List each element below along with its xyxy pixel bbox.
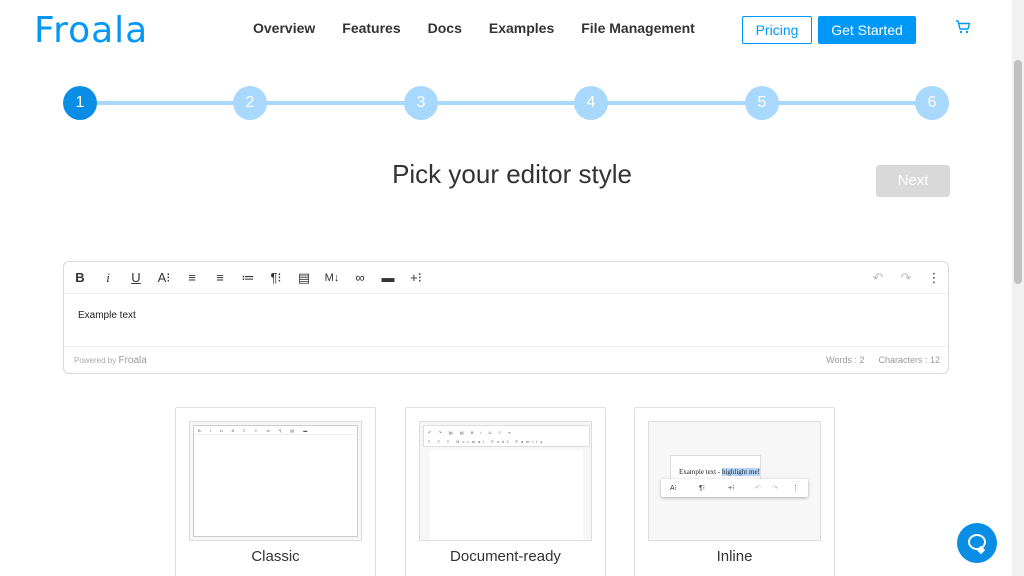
site-header: Froala Overview Features Docs Examples F…: [0, 0, 1012, 60]
classic-preview: B i U A ≡ ≡ ≔ ¶ ▤ ▬: [189, 421, 362, 541]
inline-preview: Example text - highlight me! A⁝ ¶⁝ +⁝ ↶ …: [648, 421, 821, 541]
card-label-classic: Classic: [251, 548, 300, 565]
bold-button[interactable]: B: [70, 270, 90, 286]
powered-by-label: Powered by: [74, 356, 117, 365]
step-2[interactable]: 2: [233, 86, 267, 120]
more-options-icon[interactable]: ⋮: [924, 270, 944, 286]
step-3[interactable]: 3: [404, 86, 438, 120]
card-label-inline: Inline: [716, 548, 753, 565]
inline-highlight: highlight me!: [721, 468, 760, 476]
inline-text: Example text -: [679, 468, 721, 476]
document-toolbar-row-1: ↶ ↷ ▤ ▤ B i U ≡ ∞: [428, 430, 514, 435]
editor-style-card-document[interactable]: ↶ ↷ ▤ ▤ B i U ≡ ∞ ≡ ≡ ≡ Normal Font Fami…: [405, 407, 606, 576]
redo-icon[interactable]: ↷: [896, 270, 916, 286]
link-icon[interactable]: ∞: [350, 270, 370, 286]
document-icon[interactable]: ▤: [294, 270, 314, 286]
step-1[interactable]: 1: [63, 86, 97, 120]
get-started-button[interactable]: Get Started: [818, 16, 916, 44]
nav-overview[interactable]: Overview: [253, 20, 315, 36]
document-preview-toolbar: ↶ ↷ ▤ ▤ B i U ≡ ∞ ≡ ≡ ≡ Normal Font Fami…: [423, 425, 590, 447]
step-progress: 1 2 3 4 5 6: [63, 86, 949, 120]
step-4[interactable]: 4: [574, 86, 608, 120]
word-count: Words : 2: [826, 355, 865, 365]
pricing-button[interactable]: Pricing: [742, 16, 812, 44]
nav-features[interactable]: Features: [342, 20, 400, 36]
nav-examples[interactable]: Examples: [489, 20, 554, 36]
editor-style-card-inline[interactable]: Example text - highlight me! A⁝ ¶⁝ +⁝ ↶ …: [634, 407, 835, 576]
inline-preview-text: Example text - highlight me!: [679, 468, 760, 476]
ordered-list-button[interactable]: ≔: [238, 270, 258, 286]
editor-counts: Words : 2 Characters : 12: [826, 355, 940, 365]
page-title: Pick your editor style: [392, 159, 632, 189]
document-toolbar-row-2: ≡ ≡ ≡ Normal Font Family: [428, 439, 546, 444]
text-color-button[interactable]: A⁝: [154, 270, 174, 286]
inline-paragraph-icon: ¶⁝: [699, 485, 705, 492]
page-scrollbar[interactable]: [1012, 0, 1024, 576]
step-6[interactable]: 6: [915, 86, 949, 120]
editor-toolbar: B i U A⁝ ≡ ≡ ≔ ¶⁝ ▤ M↓ ∞ ▬ +⁝ ↶ ↷ ⋮: [64, 262, 948, 294]
align-center-button[interactable]: ≡: [210, 270, 230, 286]
markdown-button[interactable]: M↓: [322, 270, 342, 286]
classic-preview-editor: B i U A ≡ ≡ ≔ ¶ ▤ ▬: [193, 425, 358, 537]
inline-preview-toolbar: A⁝ ¶⁝ +⁝ ↶ ↷ ⋮: [661, 479, 808, 497]
next-button[interactable]: Next: [876, 165, 950, 197]
folder-icon[interactable]: ▬: [378, 270, 398, 286]
document-preview-page: [430, 450, 583, 540]
cart-icon[interactable]: [955, 19, 971, 35]
nav-file-management[interactable]: File Management: [581, 20, 695, 36]
underline-button[interactable]: U: [126, 270, 146, 286]
align-left-button[interactable]: ≡: [182, 270, 202, 286]
more-insert-button[interactable]: +⁝: [406, 270, 426, 286]
character-count: Characters : 12: [878, 355, 940, 365]
inline-undo-icon: ↶: [755, 485, 761, 492]
froala-logo[interactable]: Froala: [34, 10, 148, 51]
powered-by[interactable]: Powered by Froala: [74, 355, 147, 366]
inline-insert-icon: +⁝: [728, 485, 735, 492]
nav-docs[interactable]: Docs: [428, 20, 462, 36]
chat-button[interactable]: [957, 523, 997, 563]
main-nav: Overview Features Docs Examples File Man…: [253, 20, 695, 36]
inline-text-color-icon: A⁝: [670, 485, 677, 492]
classic-preview-toolbar: B i U A ≡ ≡ ≔ ¶ ▤ ▬: [194, 426, 357, 435]
editor-demo: B i U A⁝ ≡ ≡ ≔ ¶⁝ ▤ M↓ ∞ ▬ +⁝ ↶ ↷ ⋮ Exam…: [63, 261, 949, 374]
inline-more-icon: ⋮: [792, 485, 799, 492]
undo-icon[interactable]: ↶: [868, 270, 888, 286]
italic-button[interactable]: i: [98, 270, 118, 286]
editor-style-card-classic[interactable]: B i U A ≡ ≡ ≔ ¶ ▤ ▬ Classic: [175, 407, 376, 576]
editor-content[interactable]: Example text: [78, 310, 136, 321]
step-5[interactable]: 5: [745, 86, 779, 120]
powered-by-logo: Froala: [118, 355, 147, 366]
inline-redo-icon: ↷: [772, 485, 778, 492]
card-label-document: Document-ready: [450, 548, 561, 565]
paragraph-format-button[interactable]: ¶⁝: [266, 270, 286, 286]
document-preview: ↶ ↷ ▤ ▤ B i U ≡ ∞ ≡ ≡ ≡ Normal Font Fami…: [419, 421, 592, 541]
step-connector: [80, 101, 932, 105]
editor-footer: Powered by Froala Words : 2 Characters :…: [64, 346, 948, 373]
